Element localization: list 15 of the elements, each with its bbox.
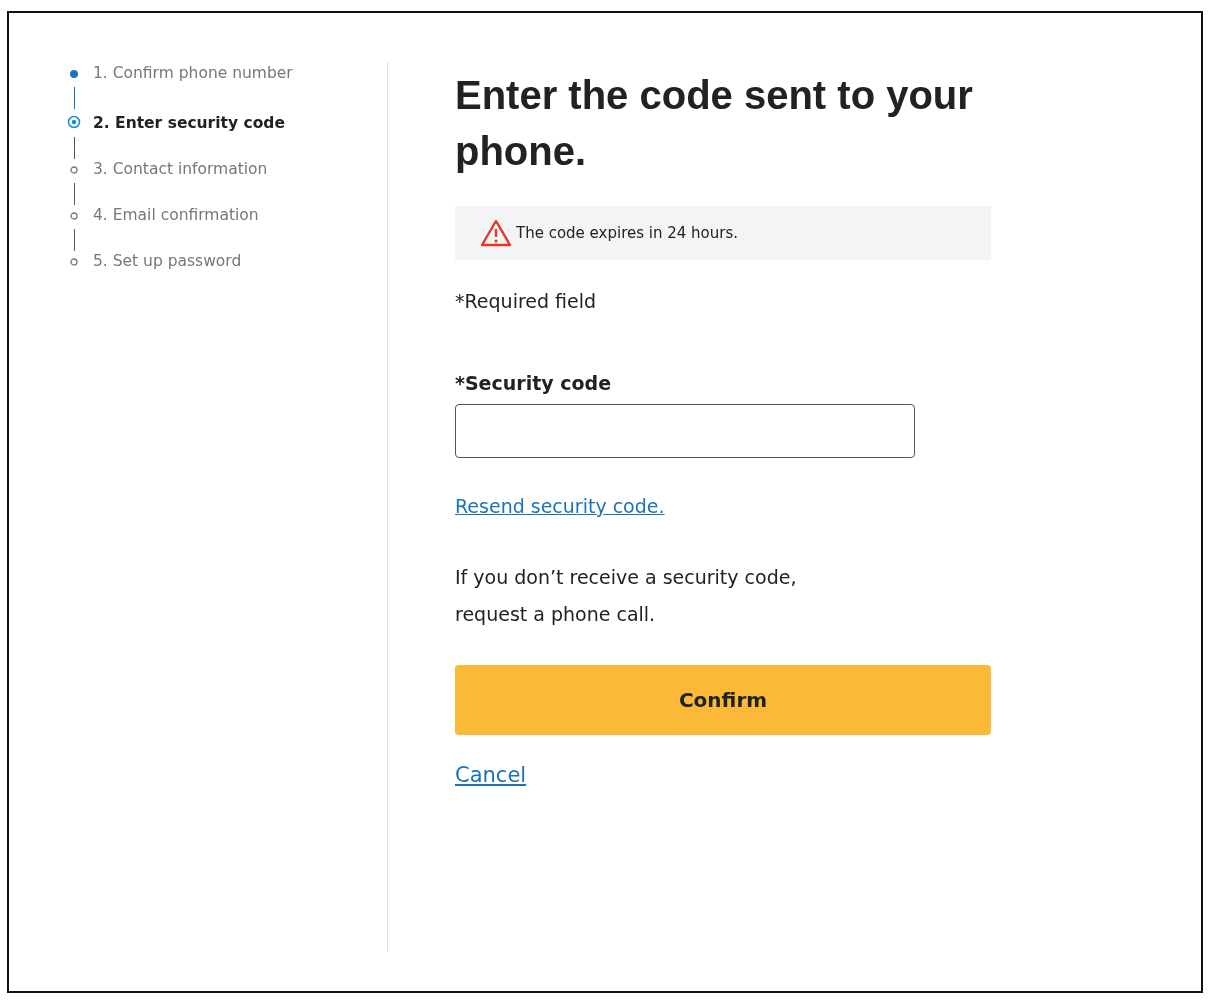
step-label: 3. Contact information xyxy=(93,159,268,179)
required-note: *Required field xyxy=(455,290,597,312)
notice-text: The code expires in 24 hours. xyxy=(516,224,739,242)
field-label: *Security code xyxy=(455,372,612,394)
help-text: If you don’t receive a security code, request a phone call. xyxy=(455,565,798,627)
step-label: 4. Email confirmation xyxy=(93,205,259,225)
cancel-link[interactable]: Cancel xyxy=(455,763,527,787)
step-label: 1. Confirm phone number xyxy=(93,63,293,83)
step-label: 5. Set up password xyxy=(93,251,242,271)
step-label: 2. Enter security code xyxy=(93,113,285,133)
confirm-button[interactable]: Confirm xyxy=(455,665,991,735)
page-heading: Enter the code sent to your phone. xyxy=(455,72,974,175)
security-code-field[interactable] xyxy=(455,404,915,458)
warning-icon xyxy=(480,219,512,247)
resend-link[interactable]: Resend security code. xyxy=(455,495,665,517)
